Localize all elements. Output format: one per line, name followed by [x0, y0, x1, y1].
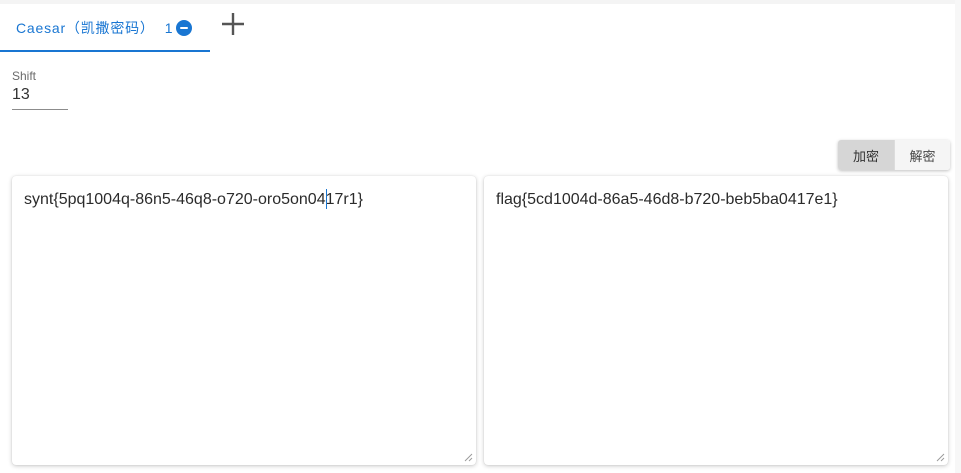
tab-bar: Caesar（凯撒密码） 1: [0, 4, 210, 52]
tab-caesar[interactable]: Caesar（凯撒密码） 1: [0, 4, 210, 52]
minus-circle-icon[interactable]: [175, 20, 192, 36]
caesar-tool-page: Caesar（凯撒密码） 1 Shift 加密 解密 synt{5pq1004q…: [0, 0, 961, 473]
tab-caesar-count: 1: [164, 20, 173, 36]
output-textarea[interactable]: flag{5cd1004d-86a5-46d8-b720-beb5ba0417e…: [484, 176, 948, 465]
input-pane: synt{5pq1004q-86n5-46q8-o720-oro5on0417r…: [12, 176, 476, 465]
tab-caesar-label: Caesar（凯撒密码）: [16, 20, 155, 36]
encrypt-button[interactable]: 加密: [838, 140, 894, 170]
input-textarea[interactable]: synt{5pq1004q-86n5-46q8-o720-oro5on0417r…: [12, 176, 476, 465]
mode-toggle: 加密 解密: [838, 140, 950, 170]
output-pane: flag{5cd1004d-86a5-46d8-b720-beb5ba0417e…: [484, 176, 948, 465]
shift-input[interactable]: [12, 84, 68, 110]
shift-field: Shift: [12, 68, 68, 110]
add-tab-button[interactable]: [219, 10, 247, 38]
shift-label: Shift: [12, 69, 37, 83]
decrypt-button[interactable]: 解密: [894, 140, 950, 170]
text-caret: [326, 189, 327, 209]
plus-icon: [222, 13, 244, 35]
right-divider: [955, 0, 961, 473]
